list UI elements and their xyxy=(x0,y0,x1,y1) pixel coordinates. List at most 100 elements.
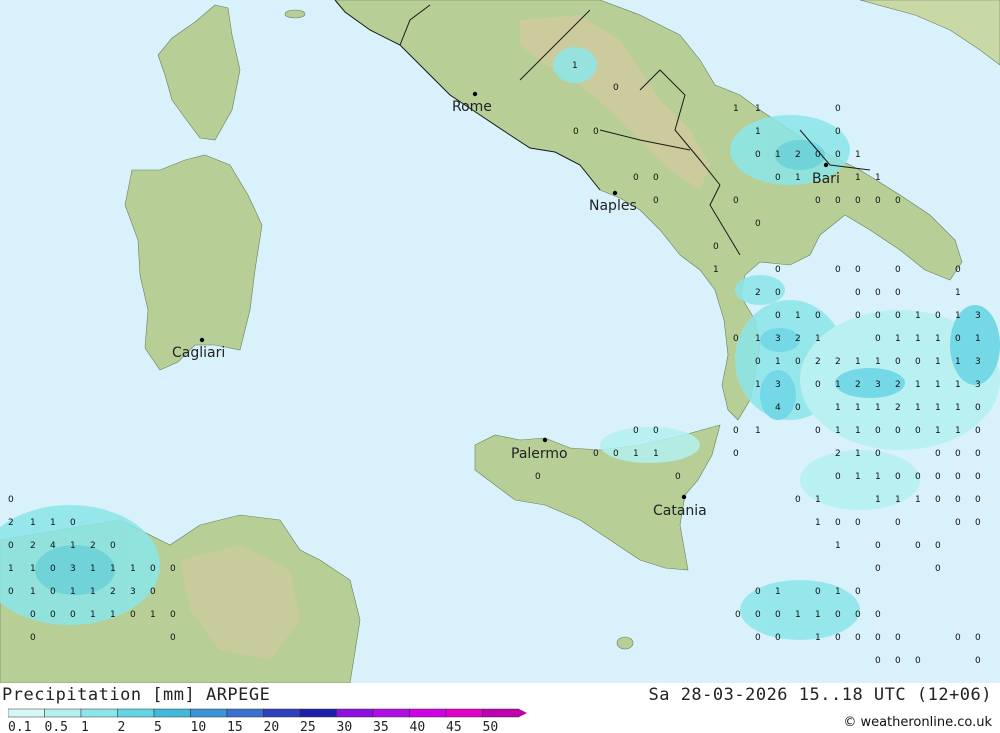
color-swatch xyxy=(44,708,82,718)
credit-link[interactable]: © weatheronline.co.uk xyxy=(843,715,992,730)
precip-value: 0 xyxy=(915,656,921,666)
precip-value: 1 xyxy=(50,518,56,528)
precip-value: 0 xyxy=(955,472,961,482)
precip-value: 4 xyxy=(775,403,781,413)
precip-value: 0 xyxy=(755,219,761,229)
precip-value: 0 xyxy=(733,449,739,459)
precip-value: 0 xyxy=(915,541,921,551)
precip-value: 3 xyxy=(875,380,881,390)
precip-value: 0 xyxy=(875,449,881,459)
precip-value: 0 xyxy=(653,426,659,436)
precip-value: 0 xyxy=(775,288,781,298)
scale-label: 25 xyxy=(300,720,316,733)
precip-value: 0 xyxy=(755,633,761,643)
precip-value: 1 xyxy=(150,610,156,620)
precip-value: 0 xyxy=(895,518,901,528)
precip-value: 0 xyxy=(975,426,981,436)
scale-label: 0.5 xyxy=(45,720,68,733)
precip-value: 0 xyxy=(535,472,541,482)
precip-value: 0 xyxy=(795,495,801,505)
precip-value: 2 xyxy=(895,380,901,390)
precip-value: 0 xyxy=(170,633,176,643)
precip-value: 1 xyxy=(835,541,841,551)
precip-value: 0 xyxy=(50,587,56,597)
precip-value: 0 xyxy=(653,173,659,183)
precip-value: 1 xyxy=(935,380,941,390)
precip-value: 1 xyxy=(795,173,801,183)
precip-value: 2 xyxy=(90,541,96,551)
color-swatch xyxy=(263,708,301,718)
scale-label: 40 xyxy=(410,720,426,733)
scale-label: 30 xyxy=(337,720,353,733)
precip-value: 0 xyxy=(835,633,841,643)
precip-value: 0 xyxy=(110,541,116,551)
precip-value: 0 xyxy=(70,518,76,528)
precip-value: 0 xyxy=(733,426,739,436)
precipitation-map[interactable]: Rome Naples Bari Cagliari Palermo Catani… xyxy=(0,0,1000,684)
color-swatch xyxy=(409,708,447,718)
precip-value: 0 xyxy=(955,334,961,344)
scale-label: 20 xyxy=(264,720,280,733)
precip-value: 1 xyxy=(775,587,781,597)
precip-value: 0 xyxy=(895,426,901,436)
precip-value: 0 xyxy=(835,518,841,528)
scale-label: 5 xyxy=(154,720,162,733)
precip-value: 0 xyxy=(30,633,36,643)
precip-value: 0 xyxy=(875,564,881,574)
land-sardinia xyxy=(124,154,263,371)
precip-value: 0 xyxy=(875,633,881,643)
svg-text:Naples: Naples xyxy=(589,198,637,214)
precip-value: 0 xyxy=(875,610,881,620)
color-swatch xyxy=(190,708,228,718)
precip-value: 0 xyxy=(855,518,861,528)
precip-value: 2 xyxy=(815,357,821,367)
precip-value: 0 xyxy=(895,311,901,321)
precip-value: 0 xyxy=(895,633,901,643)
precip-value: 0 xyxy=(875,541,881,551)
precip-value: 2 xyxy=(855,380,861,390)
precip-value: 0 xyxy=(70,610,76,620)
precip-value: 1 xyxy=(755,127,761,137)
precip-value: 1 xyxy=(855,173,861,183)
precip-value: 0 xyxy=(855,196,861,206)
precip-value: 1 xyxy=(855,472,861,482)
precip-value: 0 xyxy=(855,288,861,298)
precip-value: 2 xyxy=(895,403,901,413)
color-swatch xyxy=(117,708,155,718)
precip-value: 1 xyxy=(855,426,861,436)
precip-value: 1 xyxy=(875,173,881,183)
precip-value: 2 xyxy=(110,587,116,597)
precip-value: 0 xyxy=(875,311,881,321)
precip-value: 1 xyxy=(70,587,76,597)
precip-value: 0 xyxy=(653,196,659,206)
precip-value: 0 xyxy=(815,380,821,390)
precip-value: 1 xyxy=(795,610,801,620)
valid-time: Sa 28-03-2026 15..18 UTC (12+06) xyxy=(648,685,992,705)
precip-value: 0 xyxy=(170,610,176,620)
precip-value: 0 xyxy=(775,265,781,275)
precip-value: 1 xyxy=(815,495,821,505)
precip-value: 0 xyxy=(935,449,941,459)
precip-value: 0 xyxy=(8,587,14,597)
precip-value: 0 xyxy=(955,265,961,275)
precip-value: 1 xyxy=(875,403,881,413)
precip-value: 0 xyxy=(775,633,781,643)
legend-title: Precipitation [mm] ARPEGE xyxy=(2,685,271,705)
precip-value: 0 xyxy=(755,150,761,160)
precip-value: 1 xyxy=(915,380,921,390)
precip-value: 1 xyxy=(795,311,801,321)
svg-text:Bari: Bari xyxy=(812,171,840,187)
precip-value: 0 xyxy=(775,173,781,183)
scale-label: 2 xyxy=(118,720,126,733)
precip-value: 0 xyxy=(613,83,619,93)
precip-value: 1 xyxy=(835,426,841,436)
scale-label: 0.1 xyxy=(8,720,31,733)
precip-value: 1 xyxy=(955,403,961,413)
precip-value: 0 xyxy=(815,587,821,597)
precip-value: 0 xyxy=(593,449,599,459)
precip-value: 2 xyxy=(8,518,14,528)
precip-value: 0 xyxy=(795,403,801,413)
precip-value: 0 xyxy=(835,610,841,620)
precip-value: 0 xyxy=(835,127,841,137)
precip-value: 1 xyxy=(755,380,761,390)
